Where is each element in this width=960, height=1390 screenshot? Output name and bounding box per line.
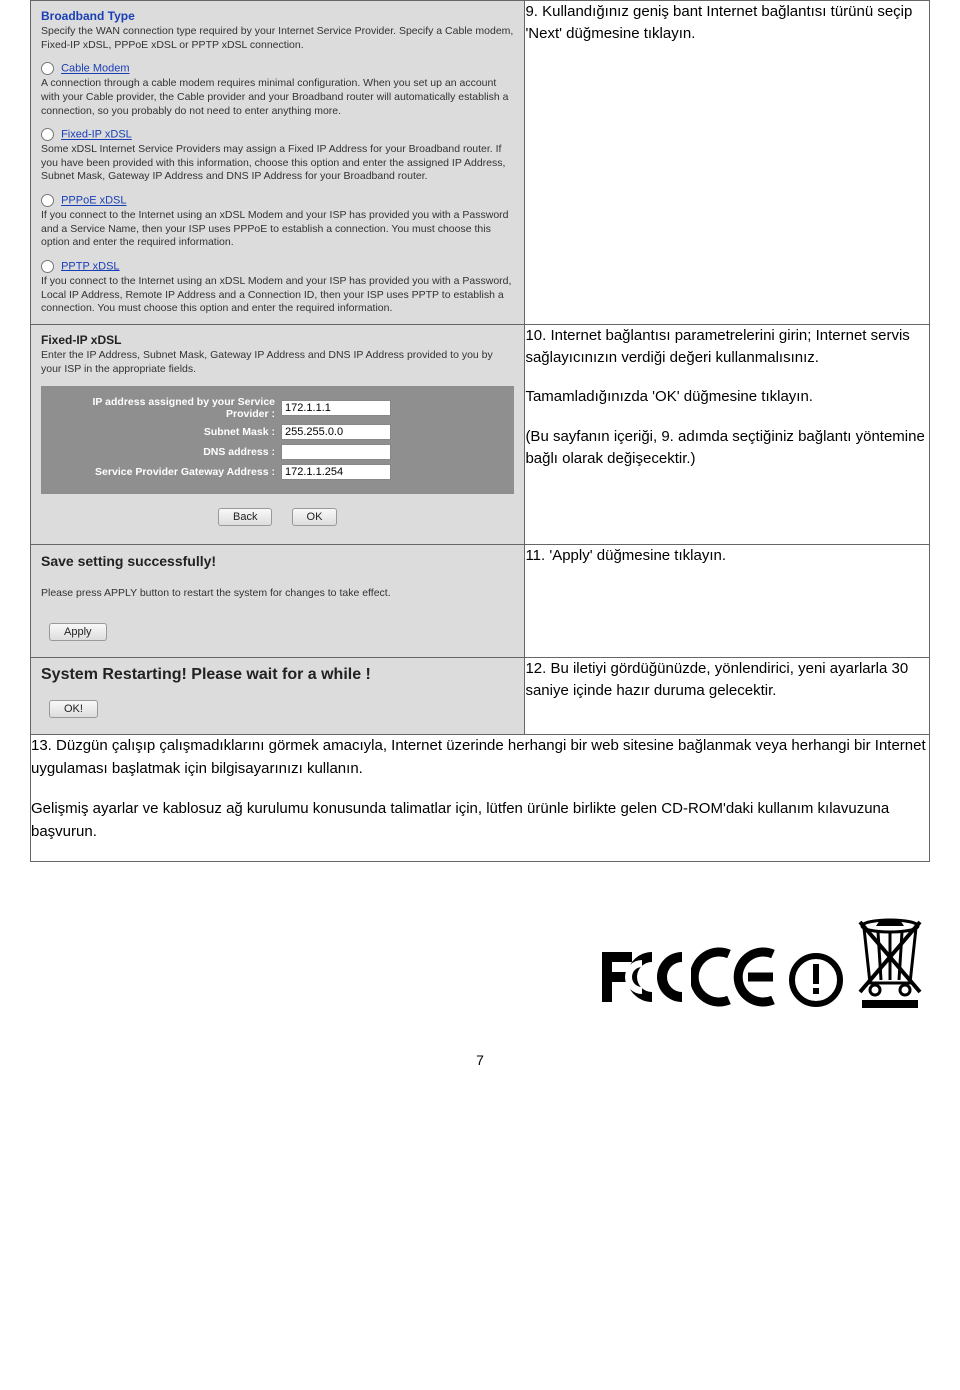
mask-label: Subnet Mask : (51, 426, 281, 438)
weee-bin-icon (850, 912, 930, 1012)
restart-panel: System Restarting! Please wait for a whi… (31, 658, 524, 734)
radio-fixed[interactable] (41, 128, 54, 141)
fixed-ip-panel: Fixed-IP xDSL Enter the IP Address, Subn… (31, 325, 524, 544)
option-fixed[interactable]: Fixed-IP xDSL (41, 128, 514, 141)
step11-text: 11. 'Apply' düğmesine tıklayın. (525, 545, 929, 567)
save-msg: Please press APPLY button to restart the… (41, 587, 514, 599)
fixed-desc: Enter the IP Address, Subnet Mask, Gatew… (41, 349, 514, 376)
apply-button[interactable]: Apply (49, 623, 107, 641)
ip-label: IP address assigned by your Service Prov… (51, 396, 281, 420)
ip-input[interactable] (281, 400, 391, 416)
step10c-text: (Bu sayfanın içeriği, 9. adımda seçtiğin… (525, 426, 929, 470)
back-button[interactable]: Back (218, 508, 272, 526)
broadband-heading: Broadband Type (41, 9, 514, 23)
fixed-form: IP address assigned by your Service Prov… (41, 386, 514, 494)
gw-input[interactable] (281, 464, 391, 480)
desc-pptp: If you connect to the Internet using an … (41, 275, 514, 316)
ce-icon (691, 942, 781, 1012)
compliance-logos (30, 912, 930, 1012)
ok2-button[interactable]: OK! (49, 700, 98, 718)
mask-input[interactable] (281, 424, 391, 440)
broadband-type-panel: Broadband Type Specify the WAN connectio… (31, 1, 524, 324)
fixed-title: Fixed-IP xDSL (41, 333, 514, 347)
radio-pppoe[interactable] (41, 194, 54, 207)
page-number: 7 (30, 1052, 930, 1068)
link-pptp[interactable]: PPTP xDSL (61, 260, 120, 272)
radio-cable[interactable] (41, 62, 54, 75)
step12-text: 12. Bu iletiyi gördüğünüzde, yönlendiric… (525, 658, 929, 702)
link-fixed[interactable]: Fixed-IP xDSL (61, 129, 132, 141)
broadband-sub: Specify the WAN connection type required… (41, 25, 514, 52)
ok-button[interactable]: OK (292, 508, 338, 526)
dns-label: DNS address : (51, 446, 281, 458)
step10a-text: 10. Internet bağlantısı parametrelerini … (525, 325, 929, 369)
gw-label: Service Provider Gateway Address : (51, 466, 281, 478)
step13b-text: Gelişmiş ayarlar ve kablosuz ağ kurulumu… (31, 798, 929, 843)
option-pptp[interactable]: PPTP xDSL (41, 260, 514, 273)
step13-text: 13. Düzgün çalışıp çalışmadıklarını görm… (31, 735, 929, 780)
alert-circle-icon (786, 942, 846, 1012)
radio-pptp[interactable] (41, 260, 54, 273)
restart-title: System Restarting! Please wait for a whi… (41, 666, 514, 684)
save-panel: Save setting successfully! Please press … (31, 545, 524, 657)
save-title: Save setting successfully! (41, 553, 514, 569)
link-pppoe[interactable]: PPPoE xDSL (61, 195, 126, 207)
step10b-text: Tamamladığınızda 'OK' düğmesine tıklayın… (525, 386, 929, 408)
desc-pppoe: If you connect to the Internet using an … (41, 209, 514, 250)
option-pppoe[interactable]: PPPoE xDSL (41, 194, 514, 207)
fcc-icon (597, 942, 687, 1012)
option-cable[interactable]: Cable Modem (41, 62, 514, 75)
dns-input[interactable] (281, 444, 391, 460)
step9-text: 9. Kullandığınız geniş bant Internet bağ… (525, 1, 929, 45)
link-cable[interactable]: Cable Modem (61, 63, 129, 75)
desc-fixed: Some xDSL Internet Service Providers may… (41, 143, 514, 184)
desc-cable: A connection through a cable modem requi… (41, 77, 514, 118)
